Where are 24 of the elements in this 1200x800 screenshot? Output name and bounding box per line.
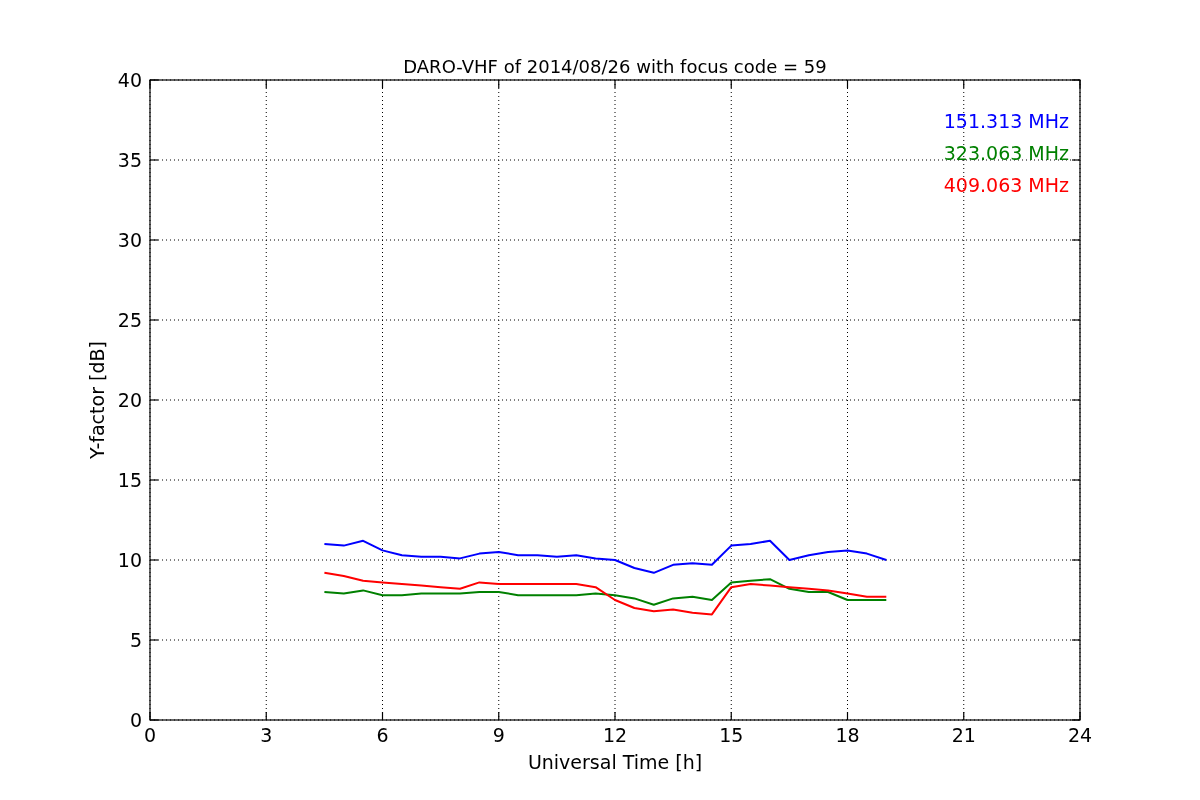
tick-label: 3 — [260, 724, 273, 746]
tick-label: 6 — [376, 724, 389, 746]
tick-label: 5 — [129, 629, 142, 651]
tick-label: 15 — [117, 469, 142, 491]
tick-label: 18 — [835, 724, 860, 746]
tick-label: 25 — [117, 309, 142, 331]
tick-label: 35 — [117, 149, 142, 171]
chart-title: DARO-VHF of 2014/08/26 with focus code = 59 — [403, 56, 827, 77]
y-axis-label: Y-factor [dB] — [86, 341, 108, 459]
tick-label: 0 — [129, 709, 142, 731]
tick-label: 0 — [143, 724, 157, 746]
tick-label: 40 — [117, 69, 142, 91]
legend-label: 323.063 MHz — [943, 142, 1069, 164]
tick-label: 30 — [117, 229, 142, 251]
tick-label: 24 — [1067, 724, 1093, 746]
x-axis-label: Universal Time [h] — [527, 751, 703, 773]
tick-label: 9 — [492, 724, 505, 746]
tick-label: 21 — [951, 724, 976, 746]
tick-label: 20 — [117, 389, 142, 411]
legend-label: 409.063 MHz — [943, 174, 1069, 196]
tick-label: 10 — [117, 549, 142, 571]
tick-label: 12 — [602, 724, 628, 746]
tick-label: 15 — [719, 724, 744, 746]
legend-label: 151.313 MHz — [943, 110, 1069, 132]
